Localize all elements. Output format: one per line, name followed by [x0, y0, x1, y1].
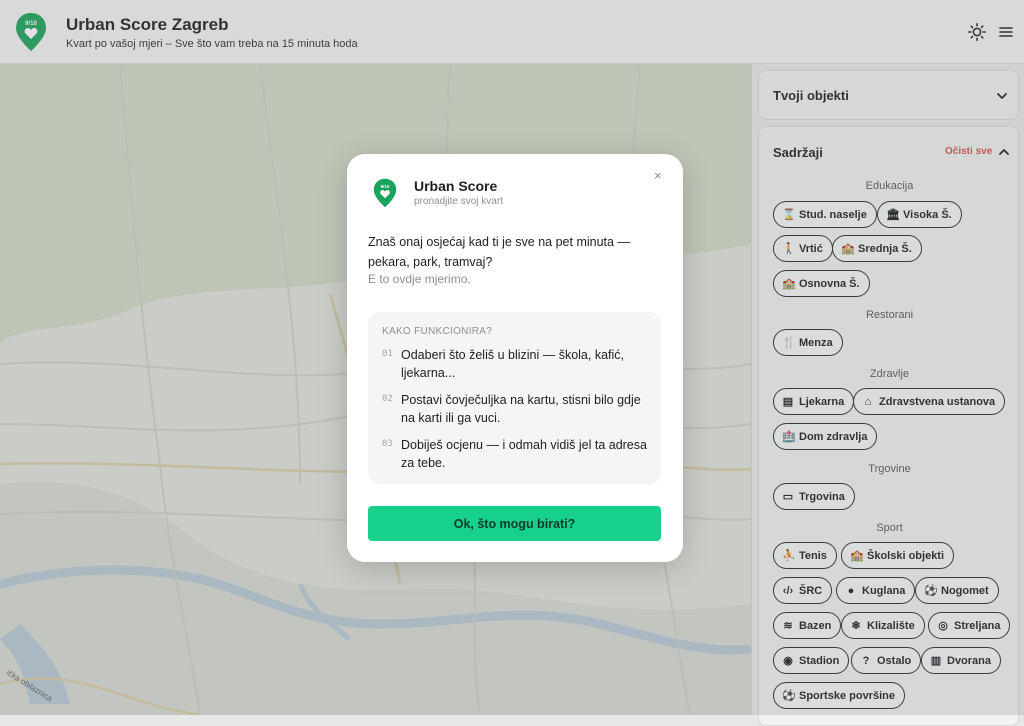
logo-pin-icon: 9/10 [373, 178, 397, 208]
continue-button[interactable]: Ok, što mogu birati? [368, 506, 661, 541]
svg-text:9/10: 9/10 [381, 184, 390, 189]
welcome-dialog: 9/10 Urban Score pronadjite svoj kvart ×… [347, 154, 683, 562]
step-number: 02 [382, 394, 393, 404]
how-it-works-box: KAKO FUNKCIONIRA? 01 Odaberi što želiš u… [368, 312, 661, 484]
step-text: Odaberi što želiš u blizini — škola, kaf… [401, 348, 625, 380]
dialog-title: Urban Score [414, 178, 498, 194]
dialog-subtitle: pronadjite svoj kvart [414, 196, 503, 207]
intro-muted-text: E to ovdje mjerimo. [368, 272, 471, 286]
close-button[interactable]: × [654, 168, 662, 183]
intro-text: Znaš onaj osjećaj kad ti je sve na pet m… [368, 235, 630, 269]
how-it-works-heading: KAKO FUNKCIONIRA? [382, 326, 493, 337]
step-text: Postavi čovječuljka na kartu, stisni bil… [401, 393, 641, 425]
step-number: 01 [382, 349, 393, 359]
step-number: 03 [382, 439, 393, 449]
step-text: Dobiješ ocjenu — i odmah vidiš jel ta ad… [401, 438, 647, 470]
